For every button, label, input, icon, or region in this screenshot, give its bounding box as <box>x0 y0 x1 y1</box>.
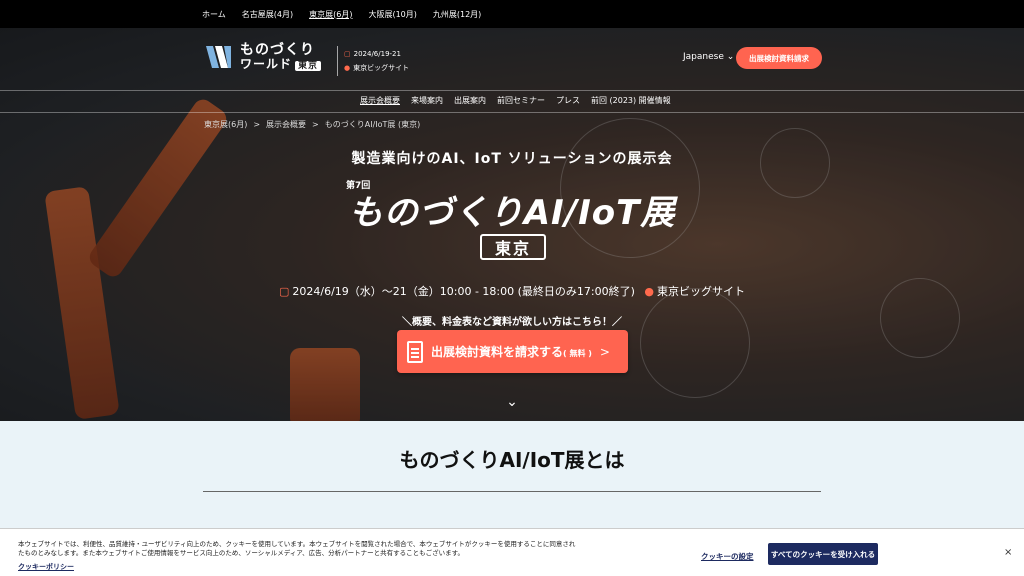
site-logo[interactable]: ものづくり ワールド 東京 <box>204 42 322 72</box>
cookie-banner: 本ウェブサイトでは、利便性、品質維持・ユーザビリティ向上のため、クッキーを使用し… <box>0 528 1024 576</box>
nav-item-seminar[interactable]: 前回セミナー <box>497 95 545 106</box>
logo-line2: ワールド <box>240 57 293 72</box>
hero-subtitle: 製造業向けのAI、IoT ソリューションの展示会 <box>351 151 673 167</box>
document-icon <box>407 340 423 363</box>
logo-mark-icon <box>206 46 231 68</box>
logo-city-badge: 東京 <box>295 61 322 72</box>
hero-venue: 東京ビッグサイト <box>657 285 746 298</box>
top-nav-osaka[interactable]: 大阪展(10月) <box>368 9 416 20</box>
hero-prompt: ＼概要、料金表など資料が欲しい方はこちら！／ <box>402 317 622 328</box>
breadcrumb-separator: > <box>312 120 319 129</box>
request-materials-button[interactable]: 出展検討資料を請求する( 無料 ) > <box>397 330 628 373</box>
request-materials-button-header[interactable]: 出展検討資料請求 <box>736 47 822 69</box>
breadcrumb-current: ものづくりAI/IoT展 (東京) <box>324 120 421 129</box>
header-date: 2024/6/19-21 <box>353 50 401 58</box>
top-nav-home[interactable]: ホーム <box>202 9 226 20</box>
nav-item-overview[interactable]: 展示会概要 <box>360 95 400 106</box>
location-pin-icon: ● <box>644 285 655 298</box>
breadcrumb-item[interactable]: 東京展(6月) <box>204 120 247 129</box>
scroll-down-chevron-icon[interactable]: ⌄ <box>505 395 519 409</box>
calendar-icon: ▢ <box>344 50 351 58</box>
header-divider <box>337 46 338 76</box>
header-venue: 東京ビッグサイト <box>353 64 410 72</box>
language-selector[interactable]: Japanese ⌄ <box>683 52 734 62</box>
cta-free-note: ( 無料 ) <box>563 349 592 358</box>
hero-dateline: ▢ 2024/6/19（水）～21（金）10:00 - 18:00 (最終日のみ1… <box>0 283 1024 299</box>
location-pin-icon: ● <box>344 64 351 72</box>
logo-text: ものづくり ワールド 東京 <box>240 42 322 72</box>
about-divider <box>203 491 821 492</box>
main-nav: 展示会概要 来場案内 出展案内 前回セミナー プレス 前回 (2023) 開催情… <box>360 95 682 106</box>
top-nav-kyushu[interactable]: 九州展(12月) <box>433 9 481 20</box>
hero-section: ものづくり ワールド 東京 ▢ 2024/6/19-21 ● 東京ビッグサイト Jap… <box>0 28 1024 421</box>
header-event-info: ▢ 2024/6/19-21 ● 東京ビッグサイト <box>344 47 409 75</box>
top-nav-nagoya[interactable]: 名古屋展(4月) <box>242 9 293 20</box>
top-nav-tokyo[interactable]: 東京展(6月) <box>309 9 352 20</box>
calendar-icon: ▢ <box>278 285 290 298</box>
top-bar: ホーム 名古屋展(4月) 東京展(6月) 大阪展(10月) 九州展(12月) <box>0 0 1024 28</box>
logo-line1: ものづくり <box>240 42 315 59</box>
nav-item-previous[interactable]: 前回 (2023) 開催情報 <box>591 95 671 106</box>
hero-city-badge: 東京 <box>480 234 546 260</box>
cta-label: 出展検討資料を請求する( 無料 ) <box>431 345 592 359</box>
top-nav: ホーム 名古屋展(4月) 東京展(6月) 大阪展(10月) 九州展(12月) <box>202 0 497 28</box>
nav-item-press[interactable]: プレス <box>556 95 580 106</box>
nav-item-exhibitor[interactable]: 出展案内 <box>454 95 486 106</box>
nav-divider-top <box>0 90 1024 91</box>
chevron-down-icon: ⌄ <box>726 52 735 62</box>
nav-item-visitor[interactable]: 来場案内 <box>411 95 443 106</box>
hero-title: ものづくりAI/IoT展 <box>348 193 676 233</box>
hero-date: 2024/6/19（水）～21（金）10:00 - 18:00 (最終日のみ17… <box>292 285 635 298</box>
breadcrumb: 東京展(6月) > 展示会概要 > ものづくりAI/IoT展 (東京) <box>204 119 420 130</box>
site-header: ものづくり ワールド 東京 ▢ 2024/6/19-21 ● 東京ビッグサイト Jap… <box>0 28 1024 90</box>
cookie-policy-link[interactable]: クッキーポリシー <box>18 562 74 572</box>
breadcrumb-separator: > <box>253 120 261 129</box>
breadcrumb-item[interactable]: 展示会概要 <box>266 120 306 129</box>
cookie-text: 本ウェブサイトでは、利便性、品質維持・ユーザビリティ向上のため、クッキーを使用し… <box>18 540 576 557</box>
cookie-settings-link[interactable]: クッキーの設定 <box>701 551 754 562</box>
about-title: ものづくりAI/IoT展とは <box>399 448 625 472</box>
close-icon[interactable]: × <box>1004 547 1012 558</box>
accept-all-cookies-button[interactable]: すべてのクッキーを受け入れる <box>768 543 878 565</box>
nav-divider-bottom <box>0 112 1024 113</box>
chevron-right-icon: > <box>599 344 610 359</box>
